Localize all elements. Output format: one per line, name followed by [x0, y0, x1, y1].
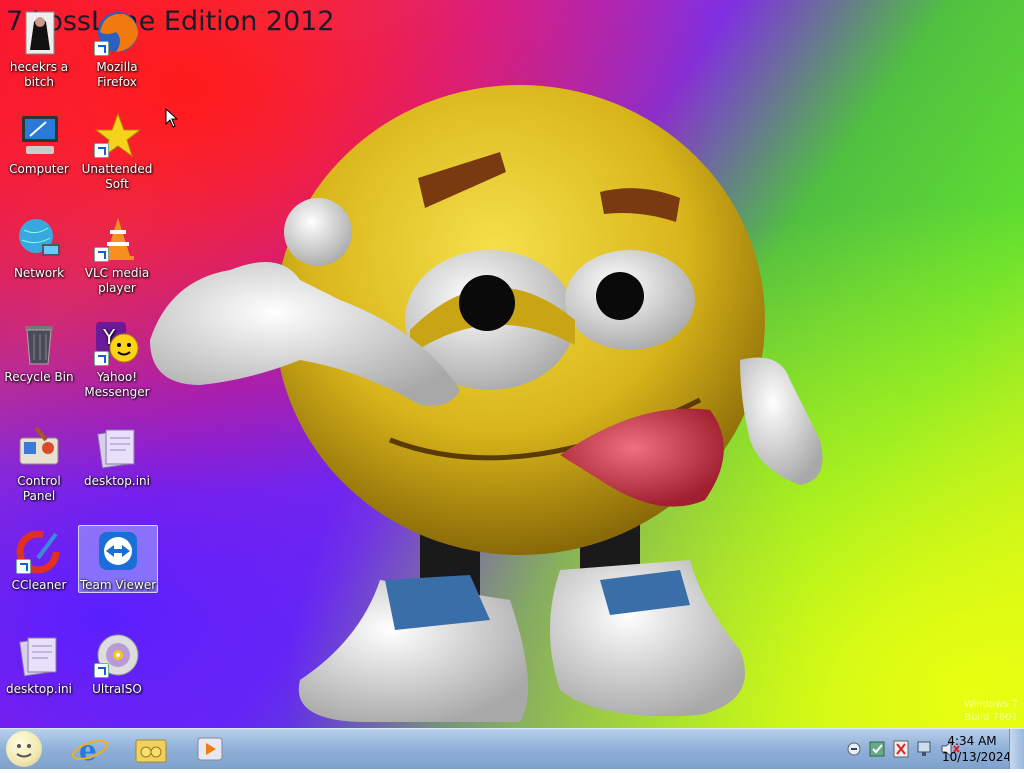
- vlc-cone-icon: [94, 216, 140, 262]
- firefox-icon: [94, 10, 140, 56]
- shortcut-arrow-icon: [94, 663, 109, 678]
- shortcut-arrow-icon: [94, 247, 109, 262]
- smiley-orb-icon: [16, 744, 32, 758]
- icon-label: UltraISO: [92, 682, 142, 696]
- security-icon[interactable]: [869, 741, 885, 757]
- star-icon: [94, 112, 142, 158]
- icon-label: Recycle Bin: [4, 370, 74, 384]
- control-panel-icon: [16, 424, 62, 470]
- media-player-icon: [197, 737, 223, 761]
- clock-date: 10/13/2024: [942, 750, 1012, 764]
- shortcut-arrow-icon: [94, 41, 109, 56]
- taskbar-clock[interactable]: 4:34 AM 10/13/2024: [942, 733, 1012, 765]
- shortcut-arrow-icon: [94, 143, 109, 158]
- shortcut-arrow-icon: [16, 559, 31, 574]
- desktop-icon-ultraiso[interactable]: UltraISO: [78, 632, 156, 697]
- icon-label: Computer: [9, 162, 69, 176]
- disc-icon: [94, 632, 140, 678]
- icon-label: Unattended Soft: [81, 162, 153, 191]
- icon-label: VLC media player: [84, 266, 150, 295]
- user-figure-icon: [16, 10, 62, 56]
- desktop-icon-network[interactable]: Network: [0, 216, 78, 281]
- icon-label: Network: [13, 266, 65, 280]
- icon-label: desktop.ini: [6, 682, 72, 696]
- ccleaner-icon: [16, 528, 62, 574]
- desktop-icon-computer[interactable]: Computer: [0, 112, 78, 177]
- desktop-icon-hecekrs[interactable]: hecekrs a bitch: [0, 10, 78, 90]
- shortcut-arrow-icon: [94, 351, 109, 366]
- taskbar-media-player[interactable]: [186, 732, 236, 766]
- desktop-icon-unattended-soft[interactable]: Unattended Soft: [78, 112, 156, 192]
- icon-label: desktop.ini: [84, 474, 150, 488]
- show-desktop-button[interactable]: [1009, 729, 1024, 769]
- icon-label: hecekrs a bitch: [9, 60, 69, 89]
- folder-icon: [135, 739, 167, 763]
- watermark-line-2: Build 7601: [964, 712, 1018, 723]
- computer-icon: [16, 112, 62, 158]
- ini-file-icon: [16, 632, 62, 678]
- desktop-icon-teamviewer[interactable]: Team Viewer: [78, 525, 158, 593]
- icon-label: Team Viewer: [79, 578, 157, 592]
- os-watermark: Windows 7 Build 7601: [964, 698, 1018, 724]
- taskbar: e 4:34 AM 10/13/2024: [0, 728, 1024, 769]
- start-button[interactable]: [6, 731, 42, 767]
- desktop-icon-firefox[interactable]: Mozilla Firefox: [78, 10, 156, 90]
- svg-text:e: e: [79, 734, 97, 766]
- ie-icon: e: [71, 734, 109, 767]
- clock-time: 4:34 AM: [947, 734, 997, 748]
- mouse-cursor-icon: [165, 108, 179, 128]
- show-hidden-icon[interactable]: [847, 742, 861, 756]
- desktop-icon-control-panel[interactable]: Control Panel: [0, 424, 78, 504]
- desktop-icon-desktop-ini-1[interactable]: desktop.ini: [78, 424, 156, 489]
- taskbar-internet-explorer[interactable]: e: [66, 732, 116, 767]
- icon-label: Mozilla Firefox: [96, 60, 138, 89]
- yahoo-messenger-icon: Y: [94, 320, 140, 366]
- desktop-icon-vlc[interactable]: VLC media player: [78, 216, 156, 296]
- desktop-icon-desktop-ini-2[interactable]: desktop.ini: [0, 632, 78, 697]
- desktop-icon-ccleaner[interactable]: CCleaner: [0, 528, 78, 593]
- watermark-line-1: Windows 7: [963, 699, 1018, 710]
- network-globe-icon: [16, 216, 62, 262]
- icon-label: CCleaner: [11, 578, 67, 592]
- recycle-bin-icon: [16, 320, 62, 366]
- teamviewer-icon: [95, 528, 141, 574]
- desktop-icon-yahoo-messenger[interactable]: Y Yahoo! Messenger: [78, 320, 156, 400]
- icon-label: Yahoo! Messenger: [84, 370, 150, 399]
- taskbar-libraries[interactable]: [126, 732, 176, 766]
- action-center-icon[interactable]: [893, 740, 909, 758]
- desktop-icon-recycle-bin[interactable]: Recycle Bin: [0, 320, 78, 385]
- ini-file-icon: [94, 424, 140, 470]
- network-icon[interactable]: [917, 741, 931, 756]
- icon-label: Control Panel: [17, 474, 61, 503]
